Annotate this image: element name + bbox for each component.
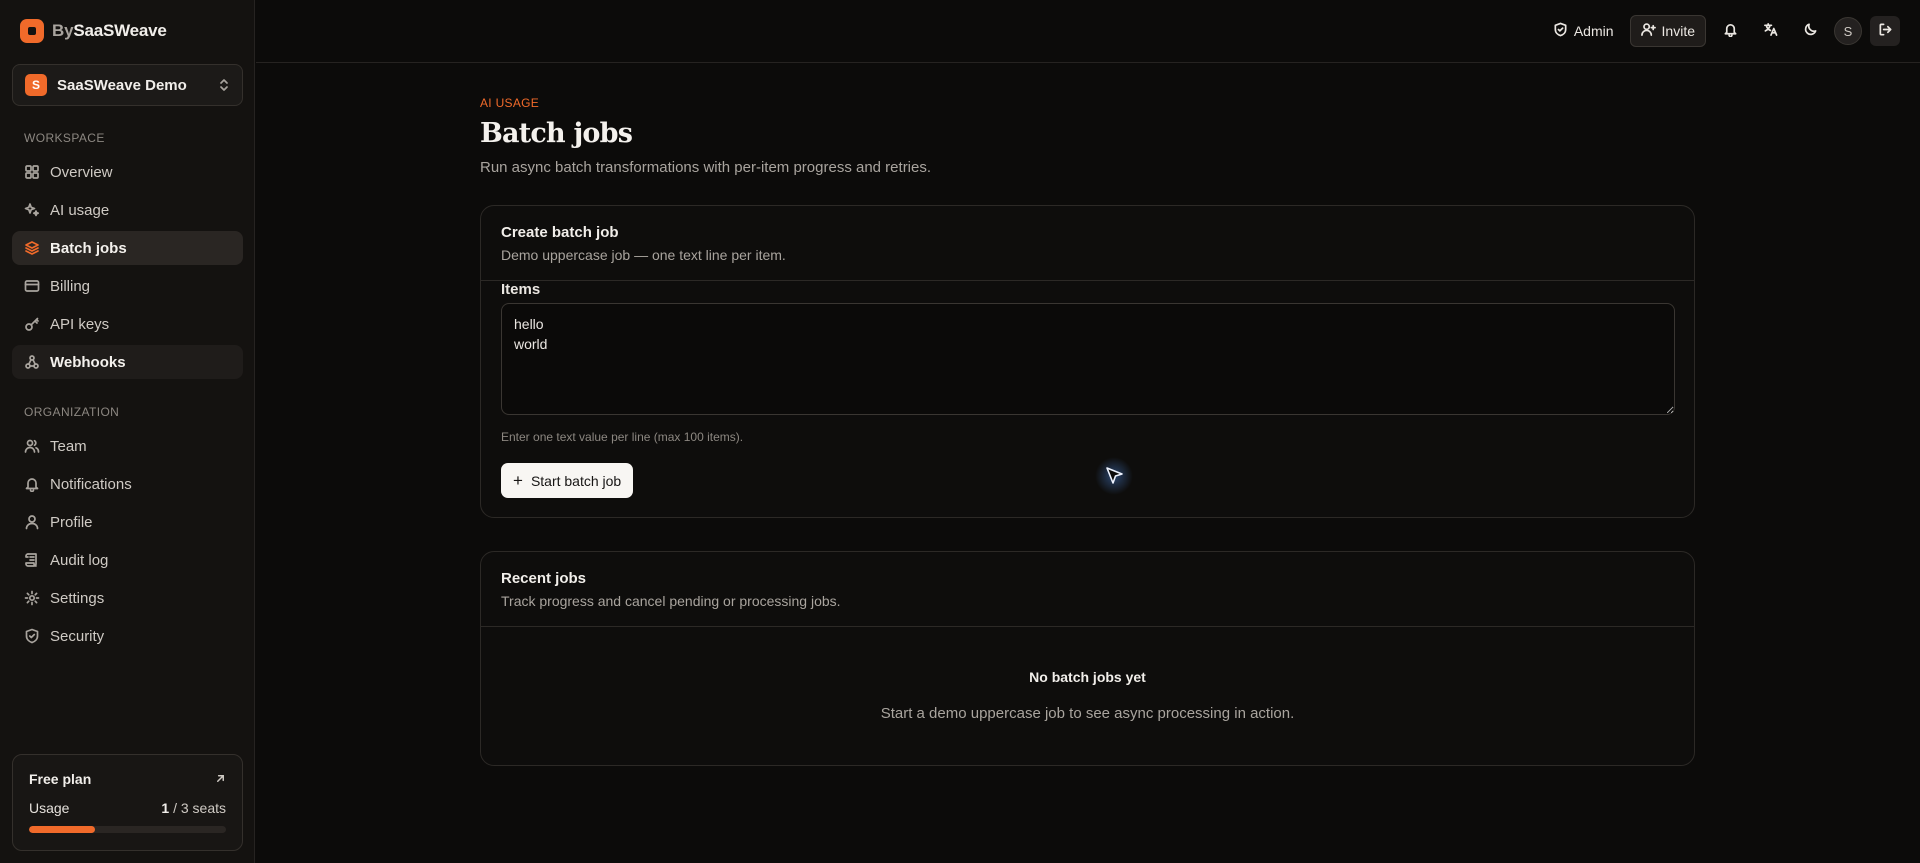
arrow-up-right-icon[interactable] — [215, 772, 226, 787]
key-icon — [24, 316, 40, 332]
usage-progress-bar — [29, 826, 226, 833]
sidebar-item-settings[interactable]: Settings — [12, 581, 243, 615]
logout-button[interactable] — [1870, 16, 1900, 46]
org-switcher[interactable]: S SaaSWeave Demo — [12, 64, 243, 106]
sidebar-item-ai-usage[interactable]: AI usage — [12, 193, 243, 227]
sidebar-item-label: Settings — [50, 589, 105, 607]
user-avatar[interactable]: S — [1834, 17, 1862, 45]
card-description: Demo uppercase job — one text line per i… — [501, 247, 786, 263]
sidebar: BySaaSWeave S SaaSWeave Demo WORKSPACE O… — [0, 0, 255, 863]
sidebar-item-label: Profile — [50, 513, 93, 531]
sidebar-item-security[interactable]: Security — [12, 619, 243, 653]
sparkles-icon — [24, 202, 40, 218]
plan-title: Free plan — [29, 771, 92, 787]
sidebar-item-label: Audit log — [50, 551, 109, 569]
invite-label: Invite — [1661, 23, 1695, 39]
org-name: SaaSWeave Demo — [57, 76, 187, 94]
theme-toggle-button[interactable] — [1794, 15, 1826, 47]
top-bar: Admin Invite S — [256, 0, 1920, 63]
credit-card-icon — [24, 278, 40, 294]
brand-name: BySaaSWeave — [52, 21, 167, 40]
sidebar-item-audit-log[interactable]: Audit log — [12, 543, 243, 577]
sidebar-item-overview[interactable]: Overview — [12, 155, 243, 189]
items-textarea[interactable] — [501, 303, 1675, 415]
card-title: Recent jobs — [501, 570, 587, 587]
users-icon — [24, 438, 40, 454]
translate-icon — [1763, 22, 1778, 40]
sidebar-item-label: AI usage — [50, 201, 110, 219]
grid-icon — [24, 164, 40, 180]
webhook-icon — [24, 354, 40, 370]
workspace-section-label: WORKSPACE — [24, 131, 105, 145]
plan-usage-label: Usage — [29, 800, 70, 816]
recent-jobs-card: Recent jobs Track progress and cancel pe… — [480, 551, 1695, 766]
sidebar-item-label: Billing — [50, 277, 91, 295]
items-label: Items — [501, 281, 541, 298]
empty-state-description: Start a demo uppercase job to see async … — [880, 705, 1295, 722]
sidebar-item-label: Webhooks — [50, 353, 126, 371]
card-title: Create batch job — [501, 224, 619, 241]
pointer-cursor-icon — [1095, 457, 1133, 495]
bell-icon — [24, 476, 40, 492]
sidebar-item-label: API keys — [50, 315, 110, 333]
page-title: Batch jobs — [480, 118, 633, 149]
sidebar-item-label: Batch jobs — [50, 239, 127, 257]
notifications-button[interactable] — [1714, 15, 1746, 47]
sidebar-item-api-keys[interactable]: API keys — [12, 307, 243, 341]
admin-label: Admin — [1573, 23, 1614, 39]
layers-icon — [24, 240, 40, 256]
invite-button[interactable]: Invite — [1629, 15, 1706, 47]
sidebar-item-notifications[interactable]: Notifications — [12, 467, 243, 501]
chevron-up-down-icon — [218, 77, 230, 93]
language-button[interactable] — [1754, 15, 1786, 47]
user-icon — [24, 514, 40, 530]
sidebar-item-webhooks[interactable]: Webhooks — [12, 345, 243, 379]
page-eyebrow: AI USAGE — [480, 96, 540, 110]
plan-card[interactable]: Free plan Usage 1 / 3 seats — [12, 754, 243, 851]
start-batch-job-button[interactable]: + Start batch job — [501, 463, 634, 498]
brand[interactable]: BySaaSWeave — [20, 19, 167, 43]
sidebar-item-label: Security — [50, 627, 105, 645]
organization-nav: Team Notifications Profile Audit log Set… — [12, 429, 243, 657]
page-subtitle: Run async batch transformations with per… — [480, 159, 932, 176]
card-description: Track progress and cancel pending or pro… — [501, 593, 841, 609]
shield-check-icon — [1553, 22, 1568, 40]
plus-icon: + — [513, 471, 523, 490]
scroll-icon — [24, 552, 40, 568]
shield-icon — [24, 628, 40, 644]
usage-progress-fill — [29, 826, 95, 833]
empty-state: No batch jobs yet Start a demo uppercase… — [481, 627, 1694, 765]
org-avatar: S — [25, 74, 47, 96]
sidebar-item-label: Notifications — [50, 475, 132, 493]
gear-icon — [24, 590, 40, 606]
user-plus-icon — [1640, 22, 1656, 40]
workspace-nav: Overview AI usage Batch jobs Billing API… — [12, 155, 243, 383]
sidebar-item-label: Team — [50, 437, 87, 455]
sidebar-item-team[interactable]: Team — [12, 429, 243, 463]
organization-section-label: ORGANIZATION — [24, 405, 120, 419]
log-out-icon — [1878, 22, 1893, 40]
sidebar-item-label: Overview — [50, 163, 113, 181]
bell-icon — [1723, 22, 1738, 40]
empty-state-title: No batch jobs yet — [1029, 669, 1146, 685]
brand-logo-icon — [20, 19, 44, 43]
sidebar-item-batch-jobs[interactable]: Batch jobs — [12, 231, 243, 265]
admin-button[interactable]: Admin — [1545, 15, 1622, 47]
moon-icon — [1803, 22, 1818, 40]
sidebar-item-profile[interactable]: Profile — [12, 505, 243, 539]
main-content: AI USAGE Batch jobs Run async batch tran… — [480, 96, 1695, 766]
start-batch-job-label: Start batch job — [530, 472, 622, 489]
items-hint: Enter one text value per line (max 100 i… — [501, 430, 744, 444]
create-batch-job-card: Create batch job Demo uppercase job — on… — [480, 205, 1695, 518]
sidebar-item-billing[interactable]: Billing — [12, 269, 243, 303]
plan-seats: 1 / 3 seats — [161, 800, 226, 816]
